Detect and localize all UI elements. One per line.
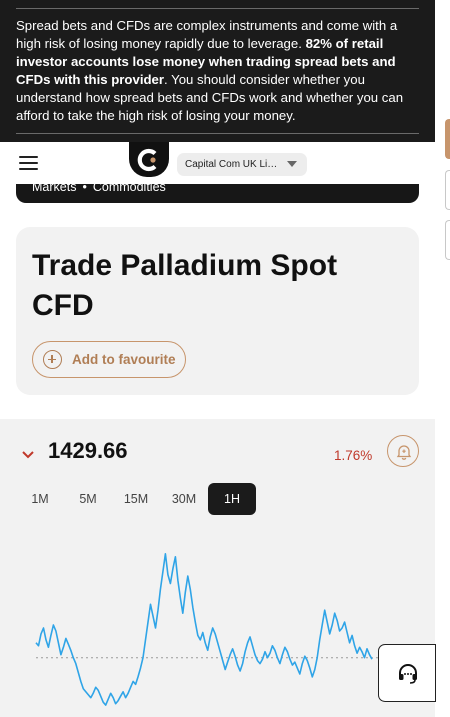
price-change: 1.76% [334, 448, 373, 463]
timeframe-1m[interactable]: 1M [24, 483, 56, 515]
capital-com-logo[interactable] [129, 142, 169, 177]
entity-select-value: Capital Com UK Limited [185, 159, 283, 170]
timeframe-1h[interactable]: 1H [208, 483, 256, 515]
chevron-down-icon [22, 451, 34, 459]
banner-divider [16, 8, 419, 9]
entity-select[interactable]: Capital Com UK Limited [177, 153, 307, 176]
risk-warning-text: Spread bets and CFDs are complex instrum… [16, 17, 419, 125]
breadcrumb-separator: • [82, 184, 87, 194]
chevron-down-icon [287, 161, 297, 167]
side-tab-primary[interactable] [445, 119, 450, 159]
side-tab[interactable] [445, 220, 450, 260]
risk-warning-banner: Spread bets and CFDs are complex instrum… [0, 0, 435, 142]
instrument-card: Trade Palladium Spot CFD Add to favourit… [16, 227, 419, 395]
breadcrumb-markets[interactable]: Markets [32, 184, 76, 194]
plus-circle-icon [43, 350, 62, 369]
add-to-favourite-button[interactable]: Add to favourite [32, 341, 186, 378]
price-series-line [35, 552, 373, 706]
price-chart-panel: 1429.66 1.76% 1M 5M 15M 30M 1H [0, 419, 435, 717]
timeframe-30m[interactable]: 30M [166, 483, 202, 515]
price-line-chart[interactable] [0, 519, 435, 717]
price-alert-button[interactable] [387, 435, 419, 467]
timeframe-15m[interactable]: 15M [118, 483, 154, 515]
breadcrumb: Markets • Commodities [16, 184, 419, 203]
breadcrumb-commodities[interactable]: Commodities [93, 184, 166, 194]
hamburger-icon[interactable] [19, 156, 38, 170]
timeframe-5m[interactable]: 5M [72, 483, 104, 515]
page-title: Trade Palladium Spot CFD [32, 249, 338, 322]
side-tab[interactable] [445, 170, 450, 210]
right-gutter [435, 0, 450, 717]
bell-plus-icon [396, 445, 412, 460]
add-to-favourite-label: Add to favourite [72, 352, 176, 367]
current-price: 1429.66 [48, 438, 128, 463]
banner-divider [16, 133, 419, 134]
support-button[interactable] [378, 644, 436, 702]
headset-icon [399, 664, 417, 684]
